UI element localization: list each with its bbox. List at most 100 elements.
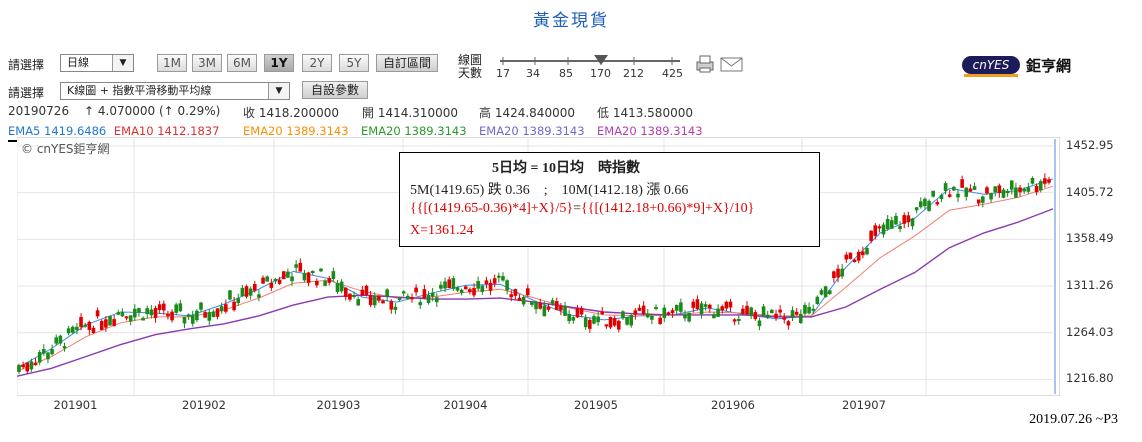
candle-body	[898, 225, 902, 230]
candle-body	[894, 215, 898, 225]
candle-body	[418, 302, 423, 306]
candle-body	[546, 306, 551, 310]
candle-body	[319, 268, 323, 272]
candle-body	[406, 295, 410, 299]
chart-type-select[interactable]: K線圖 + 指數平滑移動平均線 ▼	[60, 82, 290, 100]
candle-body	[741, 308, 745, 314]
note-equals: =	[573, 201, 581, 216]
candle-body	[108, 316, 112, 326]
candle-body	[468, 289, 472, 292]
candle-body	[985, 187, 989, 194]
candle-body	[782, 317, 787, 320]
candle-body	[389, 301, 394, 310]
candle-body	[799, 313, 803, 323]
mail-icon[interactable]	[720, 57, 744, 73]
period-button-2y[interactable]: 2Y	[302, 54, 332, 72]
ema20-label-2: EMA20 1389.3143	[361, 124, 467, 138]
candle-body	[695, 299, 700, 310]
candle-body	[583, 317, 588, 328]
candle-body	[521, 296, 526, 305]
candle-body	[141, 317, 145, 321]
candle-body	[430, 292, 435, 297]
candle-body	[257, 294, 261, 298]
candle-body	[724, 301, 729, 309]
candle-body	[600, 311, 605, 315]
candle-body	[629, 314, 634, 326]
candle-body	[662, 307, 667, 319]
candle-body	[956, 193, 960, 198]
watermark: © cnYES鉅亨網	[21, 142, 110, 156]
footer-date: 2019.07.26 ~P3	[1029, 412, 1118, 427]
candle-body	[472, 288, 476, 296]
candle-body	[240, 287, 245, 297]
candle-body	[182, 316, 187, 324]
candle-body	[302, 272, 307, 281]
ohlc-low: 低 1413.580000	[597, 106, 693, 120]
candle-body	[650, 316, 654, 320]
candle-body	[66, 328, 71, 334]
line-days-label: 線圖 天數	[458, 54, 482, 80]
candle-body	[728, 301, 733, 308]
candle-body	[484, 280, 489, 285]
candle-body	[563, 305, 567, 316]
ohlc-close: 收 1418.200000	[243, 106, 339, 120]
candle-body	[178, 303, 183, 312]
candle-body	[559, 306, 563, 311]
ema20-label-4: EMA20 1389.3143	[597, 124, 703, 138]
candle-body	[207, 312, 212, 321]
custom-params-button[interactable]: 自設參數	[302, 81, 368, 99]
candle-body	[219, 306, 224, 312]
period-button-3m[interactable]: 3M	[192, 54, 222, 72]
candle-body	[658, 317, 662, 324]
custom-range-button[interactable]: 自訂區間	[376, 54, 438, 72]
note-formula-left: {{[(1419.65-0.36)*4]+X}/5}	[410, 201, 574, 216]
candle-body	[21, 364, 25, 368]
cnyes-logo[interactable]: cnYES 鉅亨網	[960, 52, 1085, 82]
printer-icon[interactable]	[693, 54, 717, 74]
candle-body	[439, 284, 443, 289]
x-tick-label: 201905	[574, 398, 618, 412]
candle-body	[99, 320, 104, 331]
candle-body	[616, 320, 621, 330]
candle-body	[579, 307, 584, 315]
candle-body	[736, 318, 741, 322]
candle-body	[306, 272, 311, 283]
period-select-value: 日線	[67, 56, 89, 69]
candle-body	[1026, 187, 1031, 192]
candle-body	[691, 301, 696, 308]
candle-body	[575, 308, 580, 318]
candle-body	[637, 307, 642, 311]
candle-body	[463, 286, 468, 290]
candle-body	[513, 289, 518, 296]
candle-body	[1038, 181, 1043, 191]
candle-body	[269, 282, 274, 288]
candle-body	[939, 194, 944, 200]
candle-body	[943, 183, 948, 192]
y-tick-label: 1358.49	[1066, 231, 1114, 246]
candle-body	[42, 349, 46, 354]
candle-body	[865, 248, 869, 255]
candle-body	[774, 313, 778, 319]
period-button-1y[interactable]: 1Y	[264, 54, 294, 72]
candle-body	[645, 313, 650, 318]
candle-body	[401, 291, 406, 294]
candle-body	[881, 224, 886, 235]
x-tick-label: 201904	[443, 398, 488, 412]
period-button-1m[interactable]: 1M	[157, 54, 187, 72]
logo-badge: cnYES	[962, 56, 1020, 74]
note-line-3: {{[(1419.65-0.36)*4]+X}/5}={{[(1412.18+0…	[410, 201, 754, 217]
candle-body	[377, 295, 381, 301]
period-button-6m[interactable]: 6M	[227, 54, 257, 72]
candle-body	[422, 289, 427, 299]
candle-body	[550, 300, 555, 304]
candle-body	[918, 201, 923, 208]
period-button-5y[interactable]: 5Y	[339, 54, 369, 72]
candle-body	[819, 290, 824, 295]
candle-body	[1022, 188, 1026, 192]
candle-body	[732, 319, 737, 322]
candle-body	[497, 275, 501, 278]
candle-body	[17, 364, 21, 372]
candle-body	[393, 306, 398, 310]
candle-body	[360, 289, 365, 296]
period-select[interactable]: 日線 ▼	[60, 54, 134, 72]
